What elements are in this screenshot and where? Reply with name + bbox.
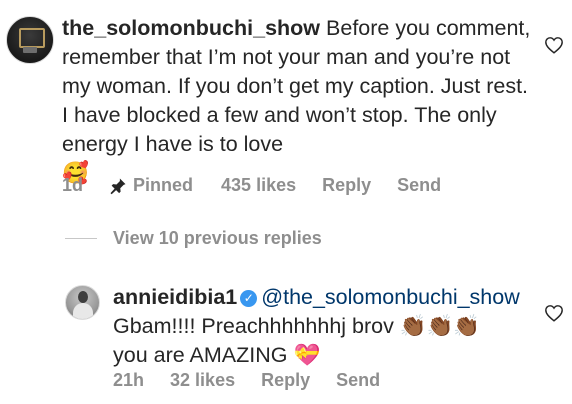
like-heart-icon[interactable]	[544, 36, 564, 54]
reply-comment-send-button[interactable]: Send	[336, 370, 380, 391]
pin-icon	[110, 178, 126, 194]
view-replies-label: View 10 previous replies	[113, 228, 322, 248]
avatar-head-shape	[78, 291, 88, 303]
view-previous-replies-button[interactable]: View 10 previous replies	[65, 228, 322, 249]
reply-comment-username[interactable]: annieidibia1	[113, 285, 237, 309]
avatar-body-shape	[73, 303, 93, 319]
reply-comment-time: 21h	[113, 370, 145, 390]
main-comment-send-button[interactable]: Send	[397, 175, 441, 196]
main-comment-reply-button[interactable]: Reply	[322, 175, 371, 196]
avatar-stand-shape	[23, 47, 37, 53]
verified-badge-icon: ✓	[240, 290, 258, 307]
main-comment-likes[interactable]: 435 likes	[221, 175, 296, 196]
main-comment-time: 1d	[62, 175, 84, 195]
heart-gift-emoji: 💝	[293, 343, 321, 368]
reply-comment-meta: 21h 32 likes Reply Send	[113, 370, 380, 391]
avatar-frame-shape	[19, 28, 45, 48]
reply-comment-likes[interactable]: 32 likes	[170, 370, 235, 391]
reply-comment-reply-button[interactable]: Reply	[261, 370, 310, 391]
avatar-main[interactable]	[6, 16, 54, 64]
reply-mention-link[interactable]: @the_solomonbuchi_show	[261, 285, 519, 309]
reply-text-line2: you are AMAZING	[113, 343, 288, 367]
replies-divider-line	[65, 238, 97, 239]
main-comment-username[interactable]: the_solomonbuchi_show	[62, 16, 320, 40]
clap-emoji: 👏🏾👏🏾👏🏾	[399, 314, 481, 339]
pinned-label: Pinned	[133, 175, 194, 195]
main-comment-text: the_solomonbuchi_show Before you comment…	[62, 14, 532, 188]
reply-text-line1: Gbam!!!! Preachhhhhhhj brov	[113, 314, 394, 338]
avatar-reply[interactable]	[65, 285, 100, 320]
reply-like-heart-icon[interactable]	[544, 304, 564, 322]
main-comment-meta: 1d Pinned 435 likes Reply Send	[62, 175, 441, 196]
reply-comment-text: annieidibia1 ✓ @the_solomonbuchi_show Gbam…	[113, 283, 533, 370]
